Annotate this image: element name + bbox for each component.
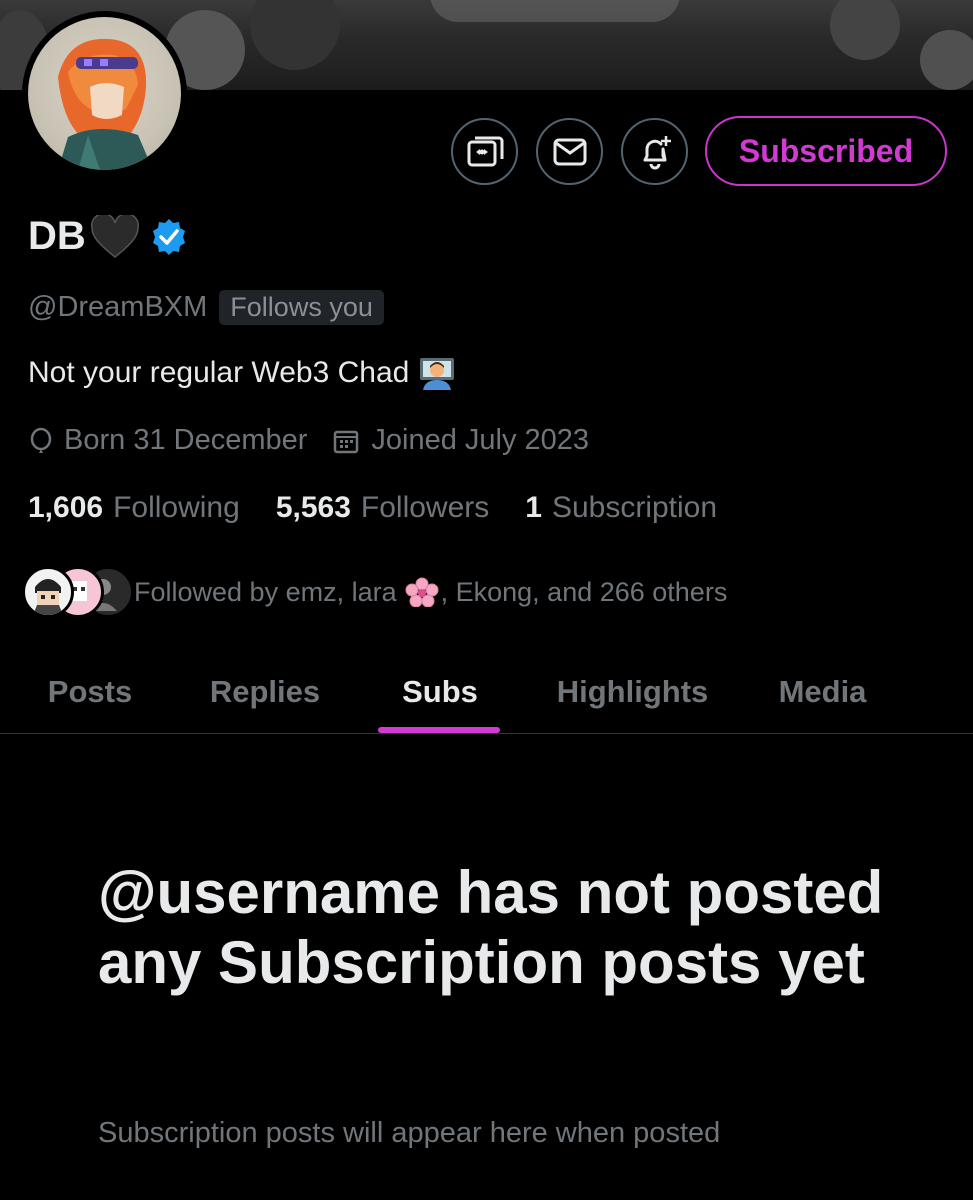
mutual-avatars <box>22 566 134 618</box>
joined-text: Joined July 2023 <box>371 424 590 456</box>
followers-you-know[interactable]: Followed by emz, lara , Ekong, and 266 o… <box>22 566 727 618</box>
avatar-illustration <box>58 38 153 170</box>
message-button[interactable] <box>536 118 603 185</box>
subscribed-button-label: Subscribed <box>738 132 914 169</box>
handle-row: @DreamBXM Follows you <box>28 290 384 325</box>
tab-highlights[interactable]: Highlights <box>535 650 730 734</box>
birthday-text: Born 31 December <box>64 424 308 456</box>
banner-figure <box>250 0 340 70</box>
profile-tabs: Posts Replies Subs Highlights Media <box>0 650 973 734</box>
notification-button[interactable] <box>621 118 688 185</box>
following-link[interactable]: 1,606 Following <box>28 491 240 525</box>
tab-replies[interactable]: Replies <box>180 650 350 734</box>
empty-state-title: @username has not posted any Subscriptio… <box>98 859 884 996</box>
birthday-item: Born 31 December <box>30 424 307 457</box>
subscribed-button[interactable]: Subscribed <box>705 116 947 186</box>
tab-label: Replies <box>209 674 321 709</box>
verified-badge-icon[interactable] <box>150 218 188 256</box>
tab-label: Subs <box>402 674 478 709</box>
tab-label: Highlights <box>556 674 709 709</box>
avatar <box>22 566 74 618</box>
followed-by-prefix: Followed by emz, lara <box>134 576 397 607</box>
message-icon <box>553 138 586 165</box>
tab-posts[interactable]: Posts <box>20 650 160 734</box>
following-label: Following <box>113 491 240 524</box>
tab-label: Media <box>778 674 867 709</box>
balloon-icon <box>30 427 52 453</box>
calendar-icon <box>334 430 359 453</box>
subscription-icon <box>467 136 503 166</box>
avatar-image <box>28 17 181 170</box>
technologist-emoji-icon <box>420 358 455 390</box>
followed-by-text: Followed by emz, lara , Ekong, and 266 o… <box>134 577 727 608</box>
profile-handle: @DreamBXM <box>28 291 208 323</box>
following-count: 1,606 <box>28 491 104 524</box>
profile-avatar[interactable] <box>22 11 187 176</box>
display-name-row: DB <box>28 214 188 259</box>
subscription-label: Subscription <box>551 491 718 524</box>
tab-label: Posts <box>47 674 133 709</box>
followers-label: Followers <box>360 491 490 524</box>
tab-media[interactable]: Media <box>755 650 890 734</box>
banner-figure <box>920 30 973 90</box>
notification-bell-icon <box>643 135 671 169</box>
subscription-button[interactable] <box>451 118 518 185</box>
banner-graphic <box>430 0 680 22</box>
profile-stats: 1,606 Following 5,563 Followers 1 Subscr… <box>28 491 753 525</box>
followers-link[interactable]: 5,563 Followers <box>276 491 489 525</box>
profile-meta: Born 31 December Joined July 2023 <box>30 424 615 457</box>
follows-you-badge: Follows you <box>219 290 384 325</box>
empty-state-subtitle: Subscription posts will appear here when… <box>98 1117 721 1149</box>
followers-count: 5,563 <box>275 491 351 524</box>
joined-item: Joined July 2023 <box>333 424 589 457</box>
active-tab-indicator <box>378 727 500 733</box>
tab-subs[interactable]: Subs <box>370 650 510 734</box>
subscription-count: 1 <box>525 491 542 524</box>
banner-figure <box>830 0 900 60</box>
cherry-blossom-icon <box>405 577 439 607</box>
black-heart-icon <box>90 214 139 258</box>
profile-bio: Not your regular Web3 Chad <box>28 356 457 390</box>
display-name: DB <box>28 214 86 258</box>
bio-text: Not your regular Web3 Chad <box>28 356 410 389</box>
subscriptions-link[interactable]: 1 Subscription <box>525 491 717 525</box>
followed-by-suffix: , Ekong, and 266 others <box>440 576 728 607</box>
